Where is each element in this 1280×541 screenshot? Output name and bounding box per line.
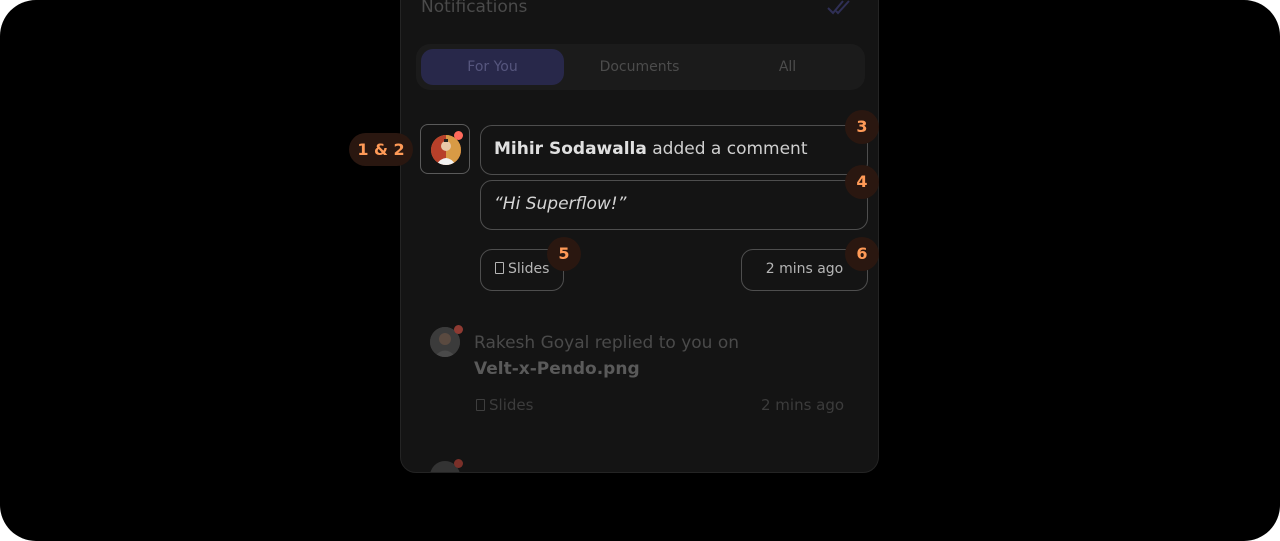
- callout-badge-3: 3: [845, 110, 879, 144]
- file-name[interactable]: Velt-x-Pendo.png: [474, 359, 640, 379]
- timestamp-secondary: 2 mins ago: [761, 396, 845, 414]
- callout-badge-1-2: 1 & 2: [349, 133, 413, 166]
- file-icon: [495, 262, 504, 274]
- unread-dot: [454, 459, 463, 468]
- callout-badge-5: 5: [547, 237, 581, 271]
- avatar-frame[interactable]: [420, 124, 470, 174]
- action-text: replied to you on: [589, 333, 740, 353]
- unread-dot: [454, 131, 463, 140]
- panel-title: Notifications: [421, 0, 528, 17]
- file-icon: [476, 399, 485, 411]
- author-name: Mihir Sodawalla: [494, 139, 647, 159]
- app-canvas: Notifications For You Documents All Mihi…: [0, 0, 1280, 541]
- action-text: added a comment: [646, 139, 808, 159]
- doc-type-label: Slides: [508, 261, 550, 277]
- comment-quote: “Hi Superflow!”: [480, 180, 868, 230]
- notifications-panel: Notifications For You Documents All Mihi…: [400, 0, 879, 473]
- tab-all[interactable]: All: [716, 49, 859, 85]
- notification-text[interactable]: Rakesh Goyal replied to you on: [474, 333, 739, 353]
- notification-header[interactable]: Mihir Sodawalla added a comment: [480, 125, 868, 175]
- unread-dot: [454, 325, 463, 334]
- callout-badge-6: 6: [845, 237, 879, 271]
- callout-badge-4: 4: [845, 165, 879, 199]
- doc-type-label-secondary: Slides: [476, 396, 533, 414]
- tab-for-you[interactable]: For You: [421, 49, 564, 85]
- tab-documents[interactable]: Documents: [568, 49, 711, 85]
- tab-bar: For You Documents All: [416, 44, 865, 90]
- double-check-icon[interactable]: [826, 0, 852, 17]
- author-name: Rakesh Goyal: [474, 333, 590, 353]
